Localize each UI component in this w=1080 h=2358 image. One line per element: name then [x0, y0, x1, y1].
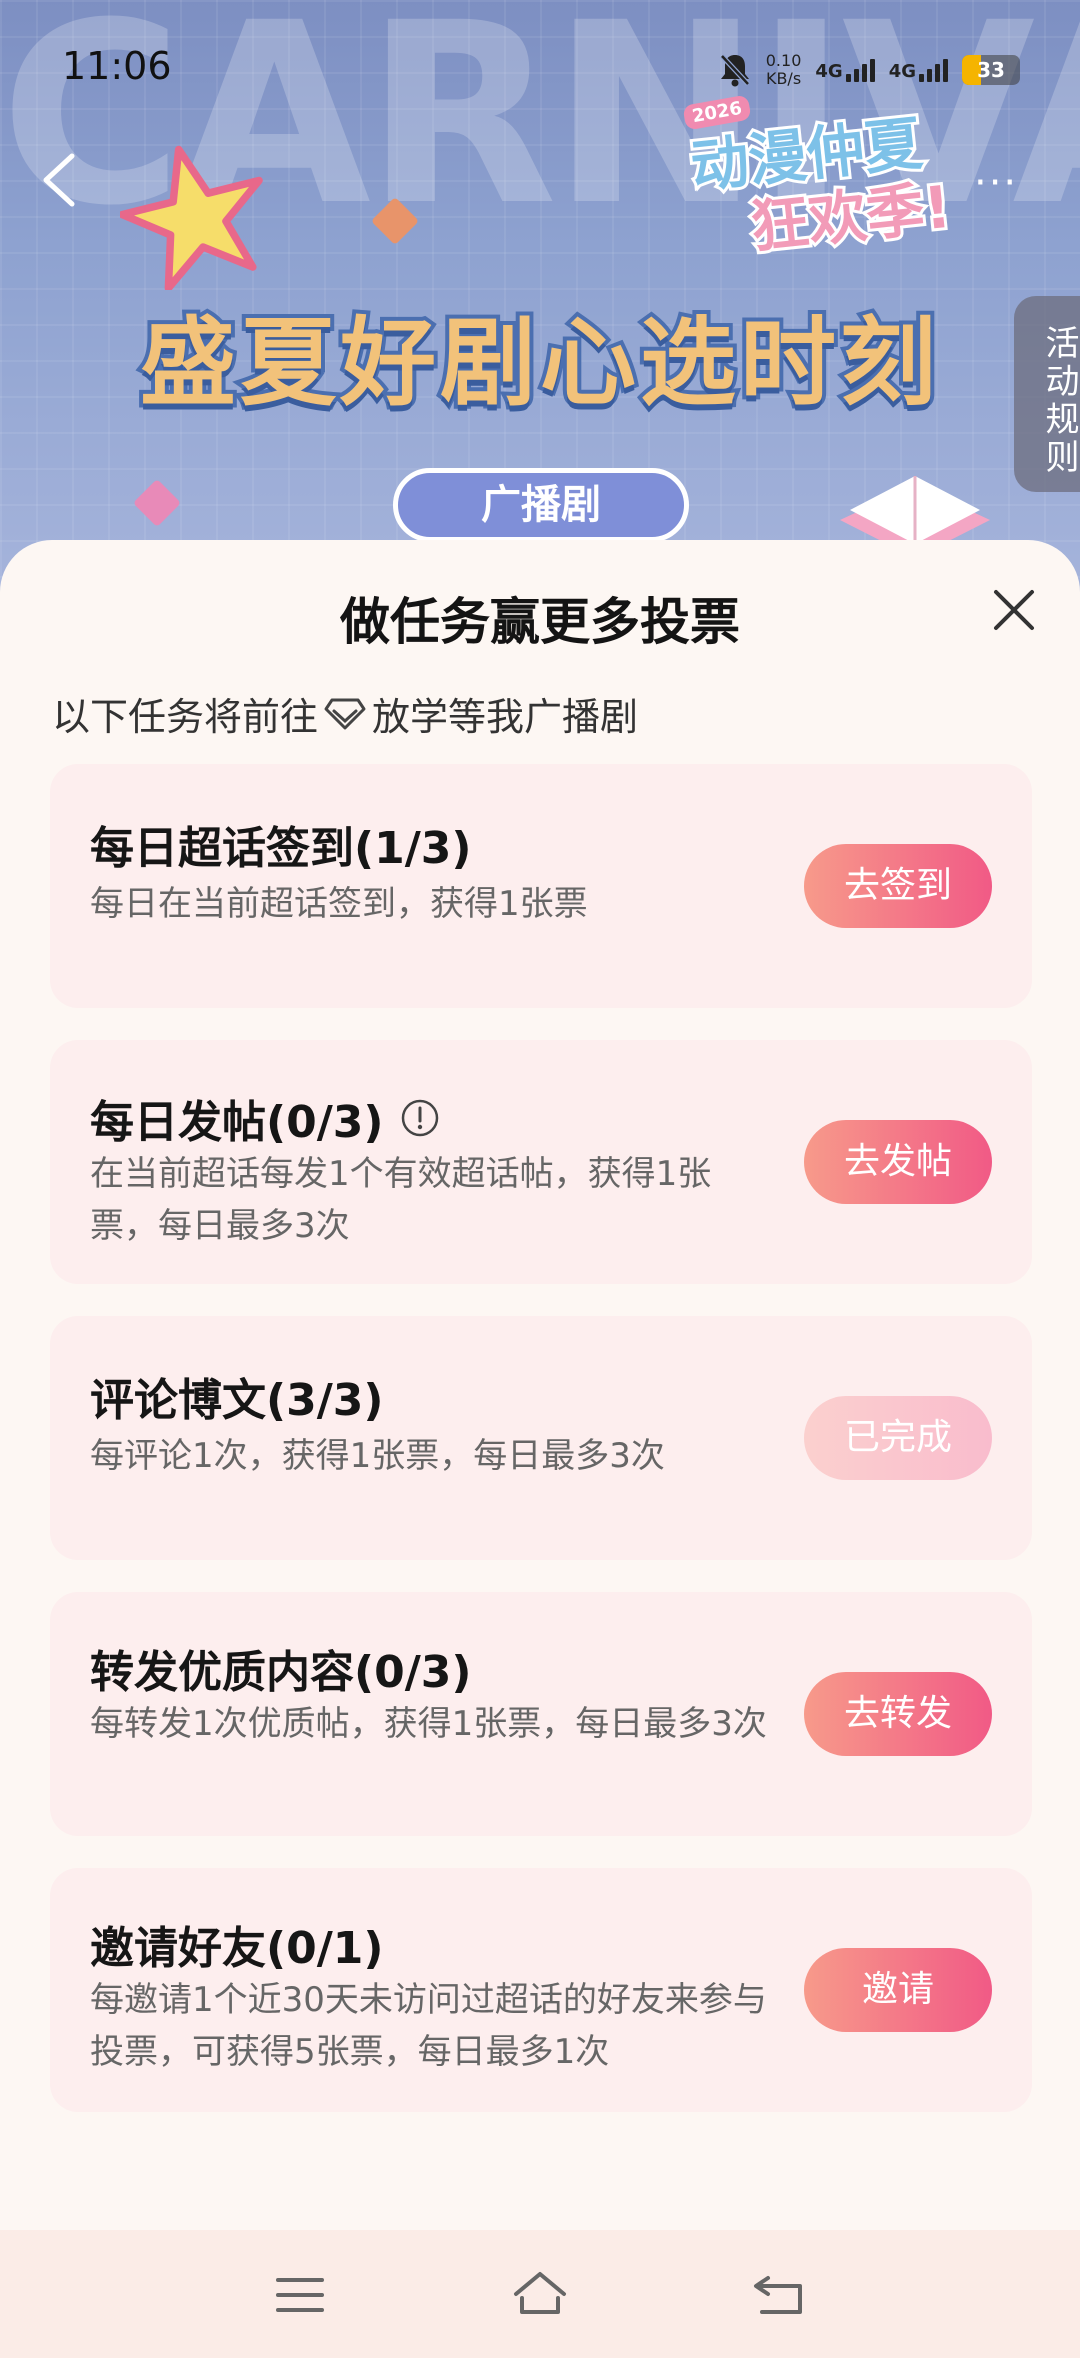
task-title-text: 邀请好友(0/1): [90, 1923, 384, 1974]
status-bar: 11:06 0.10 KB/s 4G 4G 33: [0, 0, 1080, 140]
more-dots-icon[interactable]: ···: [974, 160, 1018, 206]
info-icon[interactable]: [400, 1098, 440, 1138]
task-title: 每日发帖(0/3): [90, 1086, 440, 1150]
banner-headline: 盛夏好剧心选时刻: [136, 303, 940, 423]
checkin-button[interactable]: 去签到: [804, 844, 992, 928]
home-icon[interactable]: [510, 2268, 570, 2322]
mute-bell-icon: [719, 54, 750, 87]
task-title-text: 每日超话签到(1/3): [90, 823, 472, 874]
diamond-decoration: [132, 478, 182, 528]
invite-button[interactable]: 邀请: [804, 1948, 992, 2032]
task-title: 邀请好友(0/1): [90, 1912, 384, 1976]
close-icon[interactable]: [986, 582, 1042, 638]
back-icon[interactable]: [750, 2268, 810, 2322]
task-description: 每转发1次优质帖，获得1张票，每日最多3次: [90, 1704, 767, 1744]
diamond-icon: [324, 698, 366, 729]
task-description: 每日在当前超话签到，获得1张票: [90, 884, 588, 924]
category-pill[interactable]: 广播剧: [393, 468, 689, 542]
signal-bars-icon: [845, 58, 875, 82]
task-description: 在当前超话每发1个有效超话帖，获得1张票，每日最多3次: [90, 1154, 712, 1246]
network-type-2: 4G: [888, 60, 916, 82]
screen: CARNIVAL 动漫仲夏 狂欢季! 2026 盛夏好剧心选时刻 广播剧 11:…: [0, 0, 1080, 2358]
star-decoration-icon: [120, 145, 263, 290]
signal-2: 4G: [888, 58, 948, 82]
task-card-post: 每日发帖(0/3) 在当前超话每发1个有效超话帖，获得1张票，每日最多3次 去发…: [50, 1040, 1032, 1284]
back-chevron-icon[interactable]: [36, 150, 86, 210]
network-speed-unit: KB/s: [765, 69, 802, 88]
task-description: 每评论1次，获得1张票，每日最多3次: [90, 1436, 665, 1476]
task-title: 转发优质内容(0/3): [90, 1636, 472, 1700]
completed-button[interactable]: 已完成: [804, 1396, 992, 1480]
task-card-repost: 转发优质内容(0/3) 每转发1次优质帖，获得1张票，每日最多3次 去转发: [50, 1592, 1032, 1836]
task-description: 每邀请1个近30天未访问过超话的好友来参与投票，可获得5张票，每日最多1次: [90, 1980, 767, 2072]
task-title: 每日超话签到(1/3): [90, 812, 472, 876]
task-card-comment: 评论博文(3/3) 每评论1次，获得1张票，每日最多3次 已完成: [50, 1316, 1032, 1560]
subtitle-target[interactable]: 放学等我广播剧: [372, 686, 638, 741]
sheet-title: 做任务赢更多投票: [340, 593, 740, 651]
task-title-text: 每日发帖(0/3): [90, 1097, 384, 1148]
status-icons: 0.10 KB/s 4G 4G 33: [718, 52, 1020, 88]
signal-1: 4G: [815, 58, 875, 82]
task-title-text: 评论博文(3/3): [90, 1375, 384, 1426]
network-speed-value: 0.10: [765, 51, 802, 70]
activity-rules-tab[interactable]: 活动规则: [1014, 296, 1080, 492]
network-speed: 0.10 KB/s: [766, 52, 802, 88]
menu-icon[interactable]: [270, 2268, 330, 2322]
subtitle-prefix: 以下任务将前往: [52, 695, 319, 739]
network-type-1: 4G: [815, 60, 843, 82]
post-button[interactable]: 去发帖: [804, 1120, 992, 1204]
battery-level: 33: [977, 58, 1005, 82]
task-card-checkin: 每日超话签到(1/3) 每日在当前超话签到，获得1张票 去签到: [50, 764, 1032, 1008]
status-time: 11:06: [62, 44, 172, 88]
task-card-invite: 邀请好友(0/1) 每邀请1个近30天未访问过超话的好友来参与投票，可获得5张票…: [50, 1868, 1032, 2112]
signal-bars-icon: [919, 58, 948, 82]
task-title-text: 转发优质内容(0/3): [90, 1647, 472, 1698]
task-sheet: 做任务赢更多投票 以下任务将前往 放学等我广播剧 每日超话签到(1/3) 每日在…: [0, 540, 1080, 2230]
repost-button[interactable]: 去转发: [804, 1672, 992, 1756]
system-nav-bar: [0, 2230, 1080, 2358]
task-title: 评论博文(3/3): [90, 1364, 384, 1428]
battery-icon: 33: [962, 55, 1020, 85]
sheet-subtitle: 以下任务将前往 放学等我广播剧: [52, 686, 638, 741]
